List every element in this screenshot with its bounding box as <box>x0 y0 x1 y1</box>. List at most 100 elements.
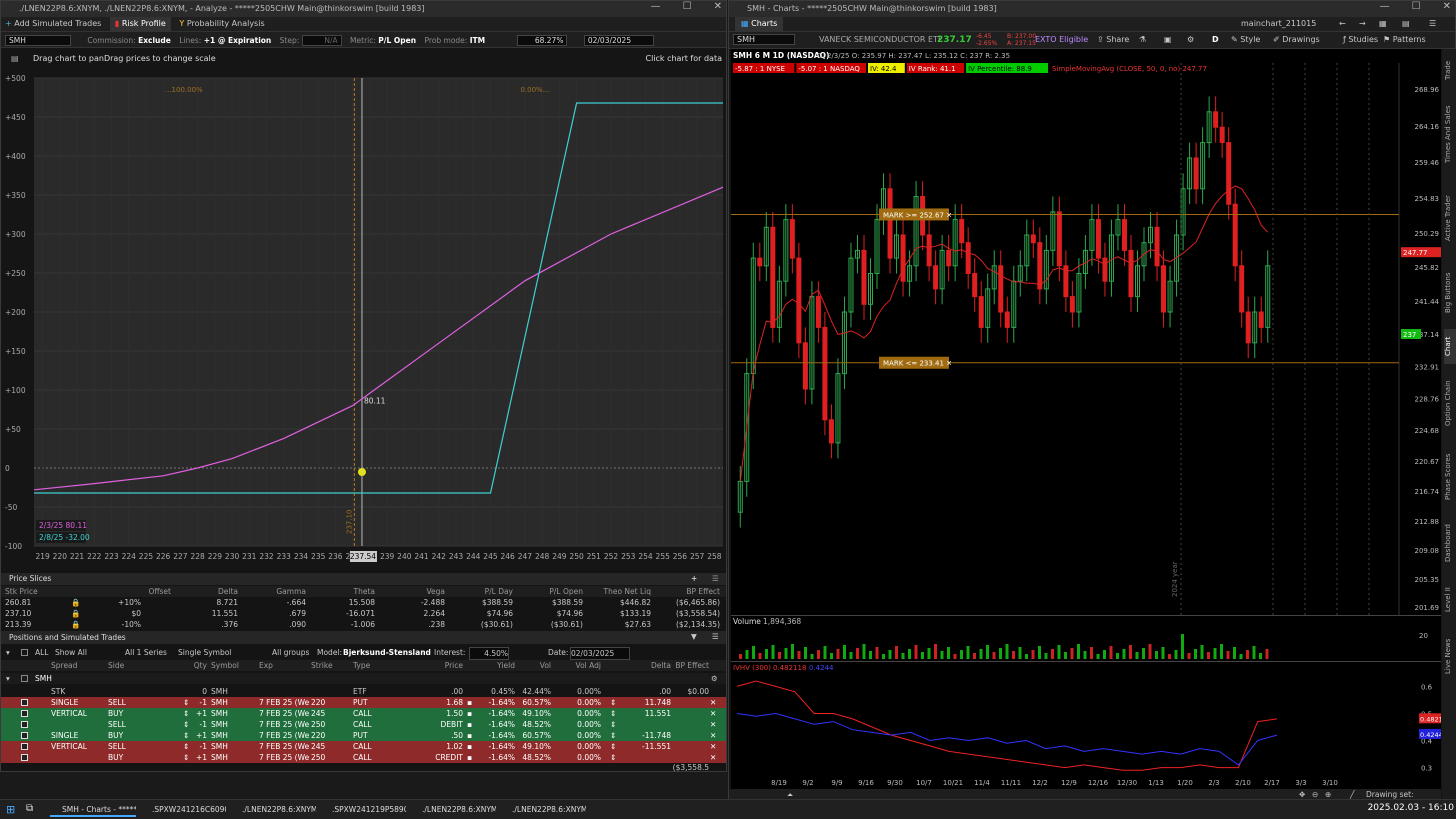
back-icon[interactable]: ← <box>1339 17 1346 31</box>
cell-type[interactable]: PUT <box>353 730 393 741</box>
sidebar-tab-phase-scores[interactable]: Phase Scores <box>1444 442 1456 512</box>
drawings-button[interactable]: ✐ Drawings <box>1273 32 1320 48</box>
cell-strike[interactable]: 220 <box>311 697 351 708</box>
print-icon[interactable]: ▣ <box>1164 32 1172 48</box>
close-icon[interactable]: ✕ <box>714 1 722 17</box>
qty-stepper-icon[interactable]: ⇕ <box>183 697 189 708</box>
sidebar-tab-trade[interactable]: Trade <box>1444 53 1456 88</box>
stepper-icon[interactable]: ⇕ <box>610 708 616 719</box>
cell-strike[interactable]: 220 <box>311 730 351 741</box>
stepper-icon[interactable]: ⇕ <box>610 730 616 741</box>
sidebar-tab-option-chain[interactable]: Option Chain <box>1444 368 1456 438</box>
qty-stepper-icon[interactable]: ⇕ <box>183 719 189 730</box>
row-checkbox[interactable] <box>21 743 28 750</box>
select-all-checkbox[interactable] <box>21 649 28 656</box>
period-select[interactable]: D <box>1212 32 1219 48</box>
model-value[interactable]: Bjerksund-Stensland <box>343 647 431 658</box>
cell-strike[interactable]: 245 <box>311 708 351 719</box>
qty-stepper-icon[interactable]: ⇕ <box>183 730 189 741</box>
sidebar-tab-chart[interactable]: Chart <box>1444 329 1456 364</box>
row-checkbox[interactable] <box>21 732 28 739</box>
studies-button[interactable]: ƒ Studies <box>1343 32 1378 48</box>
link-icon[interactable]: ▤ <box>1402 17 1410 31</box>
cell-type[interactable]: PUT <box>353 697 393 708</box>
row-checkbox[interactable] <box>21 754 28 761</box>
cell-vol[interactable]: 49.10% <box>517 708 551 719</box>
price-slice-row[interactable]: 213.39 -10% .376 .090 -1.006 .238 ($30.61) ($30… <box>1 619 726 630</box>
row-checkbox[interactable] <box>21 710 28 717</box>
step-field[interactable]: N/A <box>301 35 342 46</box>
commission[interactable]: Commission: Exclude <box>87 33 170 48</box>
position-row[interactable]: VERTICAL SELL -1 SMH 7 FEB 25 (Wee 245 CALL 1.0… <box>1 741 726 752</box>
windows-start-icon[interactable]: ⊞ <box>6 803 15 816</box>
expand-icon[interactable]: ▾ <box>6 673 10 684</box>
collapse-icon[interactable]: ▼ <box>691 631 697 642</box>
price-chart[interactable]: SMH 6 M 1D (NASDAQ)D: 2/3/25 O: 235.97 H… <box>731 49 1441 615</box>
taskbar-item[interactable]: ./LNEN22P8.6:XNYM... <box>410 803 496 817</box>
symbol-select[interactable]: SMH <box>5 34 71 46</box>
maximize-icon[interactable]: ☐ <box>683 1 692 17</box>
price-slice-row[interactable]: 260.81 +10% 8.721 -.664 15.508 -2.488 $388.59 $… <box>1 597 726 608</box>
position-row[interactable]: SINGLE BUY +1 SMH 7 FEB 25 (Wee 220 PUT .50 -1.6… <box>1 730 726 741</box>
lock-icon[interactable]: ▪ <box>467 719 472 730</box>
task-view-icon[interactable]: ⧉ <box>26 803 33 814</box>
layout-name[interactable]: mainchart_211015 <box>1241 17 1316 31</box>
grid-icon[interactable]: ▦ <box>1379 17 1387 31</box>
cell-side[interactable]: BUY <box>108 708 148 719</box>
position-row[interactable]: STK 0 SMH ETF .00 0.45% 42.44% 0.00% .00 $0.00 <box>1 686 726 697</box>
cell-type[interactable]: CALL <box>353 741 393 752</box>
add-slice-icon[interactable]: + <box>691 573 697 584</box>
lock-icon[interactable]: 🔒 <box>71 608 80 619</box>
cell-vol[interactable]: 42.44% <box>517 686 551 697</box>
price-slice-cell[interactable]: -10% <box>85 619 141 630</box>
cell-side[interactable]: SELL <box>108 719 148 730</box>
price-slice-cell[interactable]: $0 <box>85 608 141 619</box>
gear-icon[interactable]: ⚙ <box>711 673 718 684</box>
probability-pct-field[interactable]: 68.27% <box>517 34 568 46</box>
flask-icon[interactable]: ⚗ <box>1139 32 1146 48</box>
menu-icon[interactable]: ☰ <box>712 573 719 584</box>
tab-charts[interactable]: ▦ Charts <box>735 17 784 31</box>
positions-date-field[interactable]: 02/03/2025 <box>570 647 630 660</box>
forward-icon[interactable]: → <box>1359 17 1366 31</box>
qty-stepper-icon[interactable]: ⇕ <box>183 741 189 752</box>
cell-type[interactable]: CALL <box>353 708 393 719</box>
sidebar-tab-active-trader[interactable]: Active Trader <box>1444 181 1456 256</box>
remove-icon[interactable]: ✕ <box>710 730 716 741</box>
cell-vol[interactable]: 48.52% <box>517 719 551 730</box>
expand-icon[interactable]: ▾ <box>6 647 10 658</box>
risk-profile-chart[interactable]: +500+450+400+350+300+250+200+150+100+500… <box>1 70 726 570</box>
menu-icon[interactable]: ☰ <box>1429 17 1436 31</box>
group-checkbox[interactable] <box>21 675 28 682</box>
cell-side[interactable]: SELL <box>108 741 148 752</box>
style-button[interactable]: ✎ Style <box>1231 32 1260 48</box>
chart-settings-icon[interactable]: ▤ <box>11 48 19 70</box>
stepper-icon[interactable]: ⇕ <box>610 741 616 752</box>
tab-add-simulated-trades[interactable]: + Add Simulated Trades <box>5 17 101 31</box>
cell-price[interactable]: .00 <box>397 686 463 697</box>
filter-show-all[interactable]: Show All <box>55 647 87 658</box>
filter-series[interactable]: All 1 Series <box>125 647 167 658</box>
volume-chart[interactable]: Volume 1,894,368 20 <box>731 615 1441 661</box>
settings-icon[interactable]: ⚙ <box>1187 32 1194 48</box>
cell-price[interactable]: 1.68 <box>397 697 463 708</box>
cell-side[interactable]: SELL <box>108 697 148 708</box>
remove-icon[interactable]: ✕ <box>710 708 716 719</box>
close-icon[interactable]: ✕ <box>1443 1 1451 17</box>
cell-qty[interactable]: 0 <box>169 686 207 697</box>
sidebar-tab-level-ii[interactable]: Level II <box>1444 575 1456 625</box>
price-slice-row[interactable]: 237.10 $0 11.551 .679 -16.071 2.264 $74.96 $74.… <box>1 608 726 619</box>
cell-price[interactable]: 1.50 <box>397 708 463 719</box>
sidebar-tab-big-buttons[interactable]: Big Buttons <box>1444 260 1456 325</box>
patterns-button[interactable]: ⚑ Patterns <box>1383 32 1426 48</box>
remove-icon[interactable]: ✕ <box>710 741 716 752</box>
price-slice-cell[interactable]: 213.39 <box>5 619 45 630</box>
taskbar-item[interactable]: ./LNEN22P8.6:XNYM... <box>230 803 316 817</box>
group-row[interactable]: ▾ SMH ⚙ <box>1 673 726 684</box>
lock-icon[interactable]: 🔒 <box>71 597 80 608</box>
price-slice-cell[interactable]: +10% <box>85 597 141 608</box>
minimize-icon[interactable]: — <box>1380 1 1390 17</box>
maximize-icon[interactable]: ☐ <box>1412 1 1421 17</box>
taskbar-item[interactable]: .SPXW241216C6090, ... <box>140 803 226 817</box>
stepper-icon[interactable]: ⇕ <box>610 719 616 730</box>
